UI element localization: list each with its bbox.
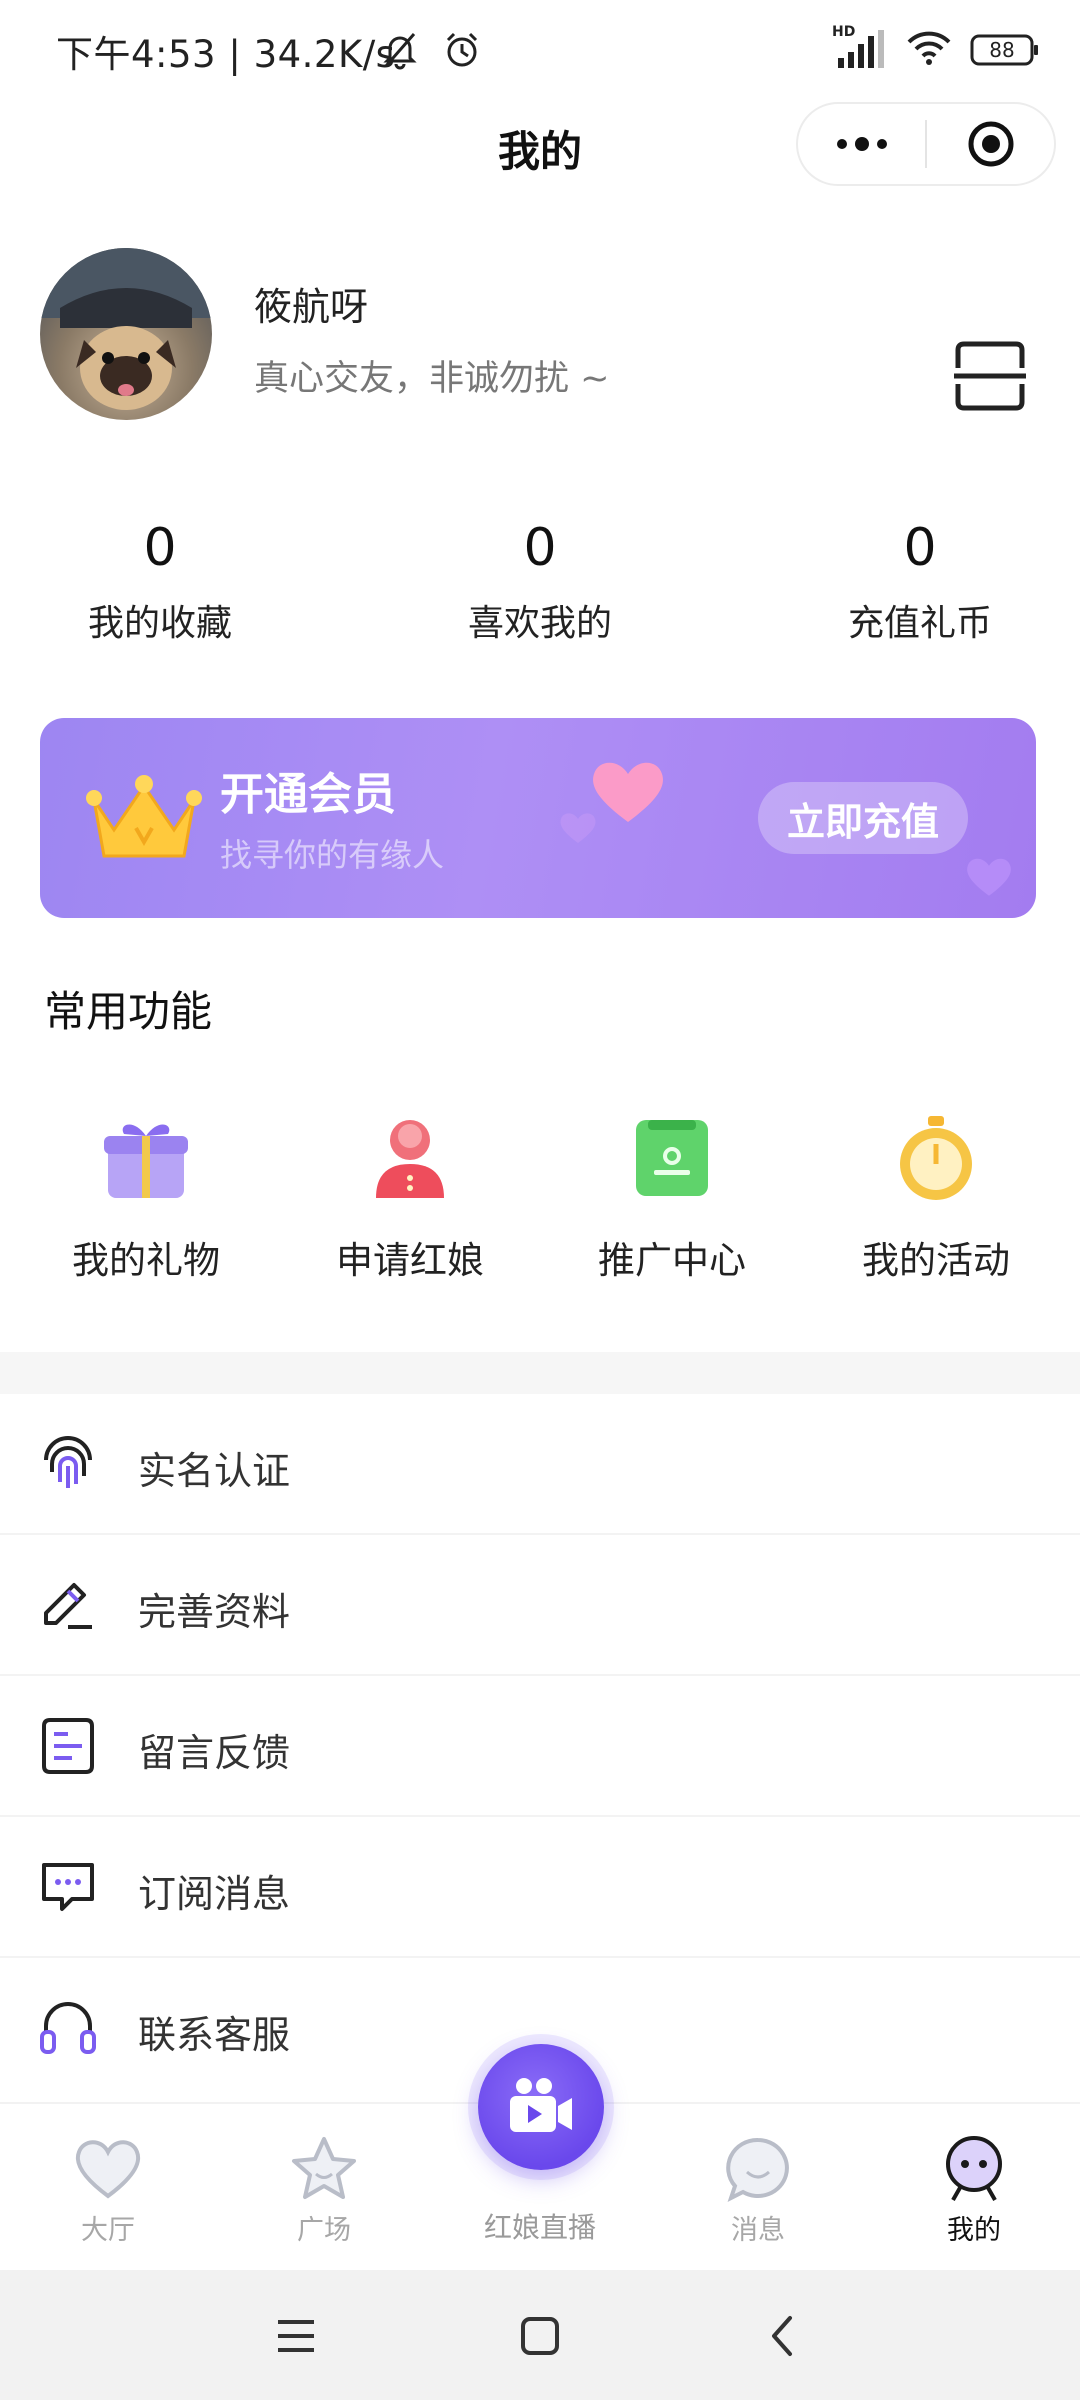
feature-apply-matchmaker[interactable]: 申请红娘 bbox=[300, 1110, 520, 1284]
stat-label: 喜欢我的 bbox=[467, 603, 612, 644]
home-nav-button[interactable] bbox=[512, 2308, 568, 2364]
tab-label: 消息 bbox=[731, 2215, 785, 2246]
video-camera-icon bbox=[510, 2078, 572, 2132]
status-right-group: HD 88 bbox=[832, 24, 1040, 72]
stat-label: 我的收藏 bbox=[87, 603, 232, 644]
tab-square[interactable]: 广场 bbox=[244, 2134, 404, 2247]
app-screen: 下午4:53 | 34.2K/s HD 88 我的 筱航呀 真心交友，非诚勿扰 … bbox=[0, 0, 1080, 2400]
menu-item-complete-profile[interactable]: 完善资料 bbox=[0, 1535, 1080, 1676]
menu-item-subscribe-messages[interactable]: 订阅消息 bbox=[0, 1817, 1080, 1958]
feature-label: 我的礼物 bbox=[72, 1239, 220, 1282]
small-heart-icon bbox=[560, 813, 596, 843]
tab-label: 大厅 bbox=[81, 2215, 135, 2246]
edit-icon bbox=[38, 1575, 98, 1635]
vip-subtitle: 找寻你的有缘人 bbox=[220, 836, 445, 874]
matchmaker-icon bbox=[362, 1110, 458, 1206]
stats-row: 0 我的收藏 0 喜欢我的 0 充值礼币 bbox=[0, 512, 1080, 672]
feature-my-gifts[interactable]: 我的礼物 bbox=[36, 1110, 256, 1284]
recharge-button[interactable]: 立即充值 bbox=[758, 782, 968, 854]
promotion-icon bbox=[624, 1110, 720, 1206]
back-chevron-icon bbox=[772, 2316, 792, 2356]
tab-hall[interactable]: 大厅 bbox=[28, 2134, 188, 2247]
message-icon bbox=[38, 1857, 98, 1917]
gift-icon bbox=[98, 1110, 194, 1206]
wifi-icon bbox=[906, 30, 952, 70]
vip-banner[interactable]: 开通会员 找寻你的有缘人 立即充值 bbox=[40, 718, 1036, 918]
battery-level: 88 bbox=[989, 38, 1015, 62]
menu-label: 留言反馈 bbox=[138, 1731, 291, 1775]
close-miniprogram-button[interactable] bbox=[927, 104, 1054, 184]
tab-label: 广场 bbox=[297, 2215, 351, 2246]
stat-coins[interactable]: 0 充值礼币 bbox=[780, 512, 1060, 646]
chat-bubble-icon bbox=[723, 2134, 793, 2204]
user-name: 筱航呀 bbox=[254, 285, 369, 329]
title-bar: 我的 bbox=[0, 96, 1080, 196]
battery-icon: 88 bbox=[970, 33, 1040, 67]
menu-label: 完善资料 bbox=[138, 1590, 291, 1634]
more-button[interactable] bbox=[798, 104, 925, 184]
scan-button[interactable] bbox=[952, 338, 1028, 414]
mascot-icon bbox=[939, 2134, 1009, 2204]
tab-label: 我的 bbox=[947, 2215, 1001, 2246]
headset-icon bbox=[38, 1998, 98, 2058]
purple-heart-icon bbox=[967, 858, 1011, 896]
live-stream-button[interactable] bbox=[478, 2044, 604, 2170]
feedback-icon bbox=[38, 1716, 98, 1776]
tab-mine[interactable]: 我的 bbox=[894, 2134, 1054, 2247]
miniprogram-capsule bbox=[796, 102, 1056, 186]
menu-nav-button[interactable] bbox=[268, 2308, 324, 2364]
tab-messages[interactable]: 消息 bbox=[678, 2134, 838, 2247]
vip-title: 开通会员 bbox=[220, 769, 396, 820]
fingerprint-icon bbox=[38, 1434, 98, 1494]
menu-label: 实名认证 bbox=[138, 1449, 291, 1493]
back-nav-button[interactable] bbox=[756, 2308, 812, 2364]
system-nav-bar bbox=[0, 2270, 1080, 2400]
feature-grid: 我的礼物 申请红娘 推广中心 我的活动 bbox=[0, 1110, 1080, 1290]
target-icon bbox=[968, 121, 1013, 167]
stat-value: 0 bbox=[143, 518, 177, 578]
feature-label: 推广中心 bbox=[598, 1239, 746, 1282]
more-dots-icon bbox=[836, 137, 887, 151]
mute-icon bbox=[378, 28, 422, 72]
feature-my-activities[interactable]: 我的活动 bbox=[826, 1110, 1046, 1284]
star-icon bbox=[289, 2134, 359, 2204]
dog-photo-icon bbox=[40, 248, 212, 410]
user-bio: 真心交友，非诚勿扰 ~ bbox=[254, 359, 610, 399]
home-square-icon bbox=[521, 2317, 559, 2355]
signal-icon: HD bbox=[832, 24, 888, 70]
section-divider bbox=[0, 1352, 1080, 1394]
stat-value: 0 bbox=[903, 518, 937, 578]
status-bar: 下午4:53 | 34.2K/s HD 88 bbox=[0, 0, 1080, 96]
feature-promotion-center[interactable]: 推广中心 bbox=[562, 1110, 782, 1284]
hamburger-icon bbox=[278, 2320, 314, 2352]
scan-icon bbox=[954, 341, 1026, 411]
feature-label: 我的活动 bbox=[862, 1239, 1010, 1282]
stat-value: 0 bbox=[523, 518, 557, 578]
menu-item-real-name-auth[interactable]: 实名认证 bbox=[0, 1394, 1080, 1535]
avatar[interactable] bbox=[40, 248, 212, 420]
heart-decoration-icon bbox=[593, 762, 663, 822]
heart-icon bbox=[73, 2134, 143, 2204]
crown-icon bbox=[86, 775, 202, 858]
status-time-speed: 下午4:53 | 34.2K/s bbox=[56, 33, 396, 76]
alarm-icon bbox=[440, 28, 484, 72]
menu-list: 实名认证 完善资料 留言反馈 订阅消息 联系客服 bbox=[0, 1394, 1080, 2099]
network-label: HD bbox=[832, 24, 856, 40]
stat-likes[interactable]: 0 喜欢我的 bbox=[400, 512, 680, 646]
section-title: 常用功能 bbox=[44, 987, 213, 1036]
live-stream-label: 红娘直播 bbox=[483, 2211, 596, 2244]
feature-label: 申请红娘 bbox=[336, 1239, 484, 1282]
menu-label: 联系客服 bbox=[138, 2013, 291, 2057]
menu-label: 订阅消息 bbox=[138, 1872, 291, 1916]
stat-label: 充值礼币 bbox=[847, 603, 992, 644]
activity-icon bbox=[888, 1110, 984, 1206]
menu-item-feedback[interactable]: 留言反馈 bbox=[0, 1676, 1080, 1817]
stat-favorites[interactable]: 0 我的收藏 bbox=[20, 512, 300, 646]
